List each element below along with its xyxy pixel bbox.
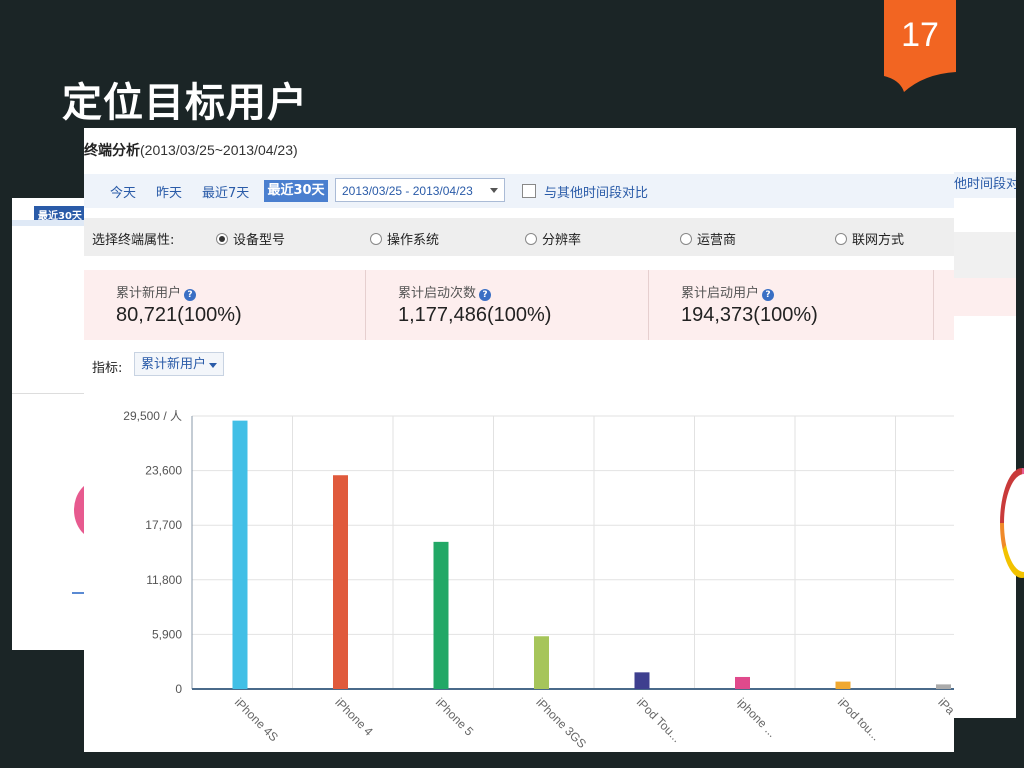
radio-label: 联网方式 [852,233,905,248]
radio-label: 设备型号 [233,233,286,248]
chevron-down-icon [490,188,498,193]
bar [333,475,348,689]
panel-title-range: (2013/03/25~2013/04/23) [140,142,298,158]
panel-title: 终端分析(2013/03/25~2013/04/23) [84,140,298,160]
stat-label-text: 累计启动用户 [681,286,760,301]
radio-label: 操作系统 [387,233,440,248]
y-tick-label: 0 [175,682,182,696]
radio-checked-icon [216,233,228,245]
summary-stats: 累计新用户? 80,721(100%) 累计启动次数? 1,177,486(10… [84,270,954,340]
compare-checkbox[interactable] [522,184,536,198]
slide-title: 定位目标用户 [62,80,308,126]
metric-label: 指标: [92,361,123,376]
stat-value: 1,177,486(100%) [398,304,552,326]
x-tick-label: iPod Tou... [634,695,684,745]
stat-launch-users: 累计启动用户? 194,373(100%) [649,270,934,340]
stat-divider [933,270,934,340]
bar [433,541,449,689]
help-icon[interactable]: ? [479,289,492,301]
stat-label: 累计启动用户? [681,282,775,301]
radio-resolution[interactable]: 分辨率 [525,229,581,248]
stat-value: 194,373(100%) [681,304,818,326]
panel-title-text: 终端分析 [84,143,140,159]
bg-compare-header: 他时间段对 [954,172,1016,198]
x-tick-label: iPhone 5 [433,695,477,739]
x-tick-label: iPhone 4 [332,695,376,739]
help-icon[interactable]: ? [762,289,775,301]
radio-label: 分辨率 [542,233,582,248]
y-tick-label: 23,600 [145,464,182,478]
terminal-analysis-panel: 终端分析(2013/03/25~2013/04/23) 今天 昨天 最近7天 最… [84,128,954,752]
radio-carrier[interactable]: 运营商 [680,229,736,248]
bg-legend-line [72,592,84,594]
radio-unchecked-icon [525,233,537,245]
stat-value: 80,721(100%) [116,304,242,326]
bar [534,636,549,689]
page-number: 17 [901,16,939,54]
bar [835,681,851,689]
stat-label: 累计新用户? [116,282,197,301]
last-7-days-button[interactable]: 最近7天 [202,182,249,201]
yesterday-button[interactable]: 昨天 [156,182,182,201]
attribute-label: 选择终端属性: [92,233,175,248]
x-tick-label: iPa [935,695,954,717]
bg-grey-bar [954,232,1016,278]
radio-unchecked-icon [370,233,382,245]
device-bar-chart: 0 5,900 11,800 17,700 23,600 29,500 / 人 iPhone… [84,398,954,752]
stat-label: 累计启动次数? [398,282,492,301]
x-tick-label: iPod tou... [835,695,883,743]
radio-label: 运营商 [697,233,737,248]
x-tick-label: iPhone 4S [232,695,281,744]
bar [634,672,650,689]
bar [735,676,750,689]
y-tick-label: 11,800 [146,573,182,587]
help-icon[interactable]: ? [184,289,197,301]
last-30-days-button[interactable]: 最近30天 [264,180,328,202]
x-tick-label: iPhone 3GS [533,695,589,751]
radio-unchecked-icon [835,233,847,245]
date-range-select[interactable]: 2013/03/25 - 2013/04/23 [335,178,505,202]
radio-os[interactable]: 操作系统 [370,229,439,248]
stat-new-users: 累计新用户? 80,721(100%) [84,270,366,340]
terminal-attribute-bar: 选择终端属性: 设备型号 操作系统 分辨率 运营商 联网方式 [84,218,954,256]
today-button[interactable]: 今天 [110,182,136,201]
chevron-down-icon [209,363,217,368]
stat-label-text: 累计启动次数 [398,286,477,301]
bar [936,684,951,689]
x-tick-label: iphone ... [734,695,779,740]
radio-network[interactable]: 联网方式 [835,229,904,248]
bg-pink-bar [954,278,1016,316]
metric-value: 累计新用户 [141,357,207,372]
chart-svg: 0 5,900 11,800 17,700 23,600 29,500 / 人 iPhone… [123,409,954,751]
y-tick-label: 29,500 / 人 [123,409,182,423]
radio-unchecked-icon [680,233,692,245]
stat-label-text: 累计新用户 [116,286,182,301]
date-range-value: 2013/03/25 - 2013/04/23 [342,184,473,198]
background-screenshot-right: 他时间段对 [954,128,1024,718]
stat-launches: 累计启动次数? 1,177,486(100%) [366,270,649,340]
bar [232,420,248,689]
y-tick-label: 5,900 [152,627,182,641]
radio-device-model[interactable]: 设备型号 [216,229,285,248]
metric-dropdown[interactable]: 累计新用户 [134,352,224,376]
date-toolbar: 今天 昨天 最近7天 最近30天 2013/03/25 - 2013/04/23… [84,174,954,208]
compare-label[interactable]: 与其他时间段对比 [544,182,648,201]
page-number-badge: 17 [884,0,956,92]
y-tick-label: 17,700 [145,518,182,532]
